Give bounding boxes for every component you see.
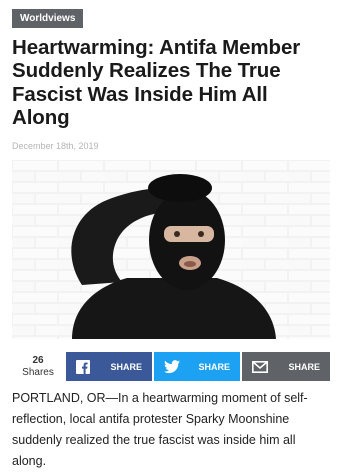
facebook-share-button[interactable]: SHARE — [66, 352, 152, 381]
email-icon — [252, 360, 268, 373]
article-date: December 18th, 2019 — [12, 141, 99, 151]
share-count-number: 26 — [32, 355, 44, 366]
hero-image — [12, 160, 330, 339]
article-page: Worldviews Heartwarming: Antifa Member S… — [0, 0, 340, 476]
category-badge[interactable]: Worldviews — [12, 9, 84, 28]
article-body: PORTLAND, OR—In a heartwarming moment of… — [12, 391, 308, 468]
email-share-label: SHARE — [288, 361, 320, 372]
twitter-icon — [164, 359, 180, 374]
twitter-share-button[interactable]: SHARE — [154, 352, 240, 381]
facebook-share-label: SHARE — [110, 361, 142, 372]
twitter-share-label: SHARE — [198, 361, 230, 372]
facebook-icon — [76, 359, 90, 374]
share-count-label: Shares — [22, 367, 54, 378]
article-title: Heartwarming: Antifa Member Suddenly Rea… — [12, 36, 301, 130]
share-count: 26 Shares — [12, 352, 64, 381]
share-bar: 26 Shares SHARE SHARE SHARE — [12, 352, 330, 381]
email-share-button[interactable]: SHARE — [242, 352, 330, 381]
